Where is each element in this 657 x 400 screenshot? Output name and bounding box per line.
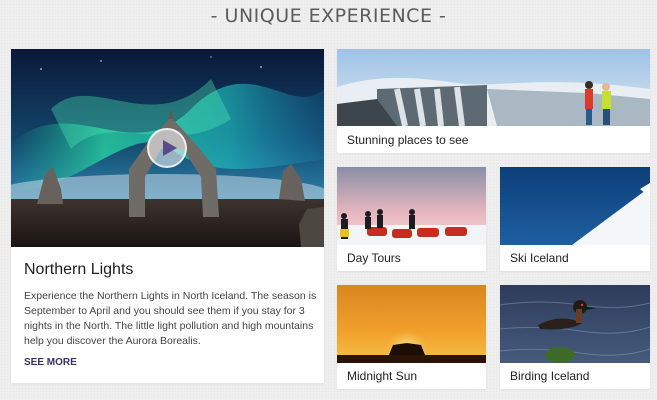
card-label: Birding Iceland — [510, 369, 590, 383]
ski-iceland-card[interactable]: Ski Iceland — [500, 167, 650, 271]
ski-image[interactable] — [500, 167, 650, 245]
stunning-places-card[interactable]: Stunning places to see — [337, 49, 650, 153]
snowmobile-image[interactable] — [337, 167, 486, 245]
midnight-sun-card[interactable]: Midnight Sun — [337, 285, 486, 389]
card-description: Experience the Northern Lights in North … — [24, 290, 317, 347]
card-label: Ski Iceland — [510, 251, 569, 265]
birding-iceland-card[interactable]: Birding Iceland — [500, 285, 650, 389]
card-label: Midnight Sun — [347, 369, 418, 383]
waterfall-image[interactable] — [337, 49, 650, 126]
card-label: Day Tours — [347, 251, 401, 265]
day-tours-card[interactable]: Day Tours — [337, 167, 486, 271]
northern-lights-card[interactable]: Northern Lights Experience the Northern … — [11, 49, 324, 383]
section-title: - UNIQUE EXPERIENCE - — [210, 5, 447, 27]
see-more-link[interactable]: SEE MORE — [24, 357, 77, 368]
northern-lights-image[interactable] — [11, 49, 324, 247]
play-icon[interactable] — [147, 128, 187, 168]
bird-image[interactable] — [500, 285, 650, 363]
card-label: Stunning places to see — [347, 133, 469, 147]
card-title: Northern Lights — [24, 261, 134, 278]
midnight-sun-image[interactable] — [337, 285, 486, 363]
